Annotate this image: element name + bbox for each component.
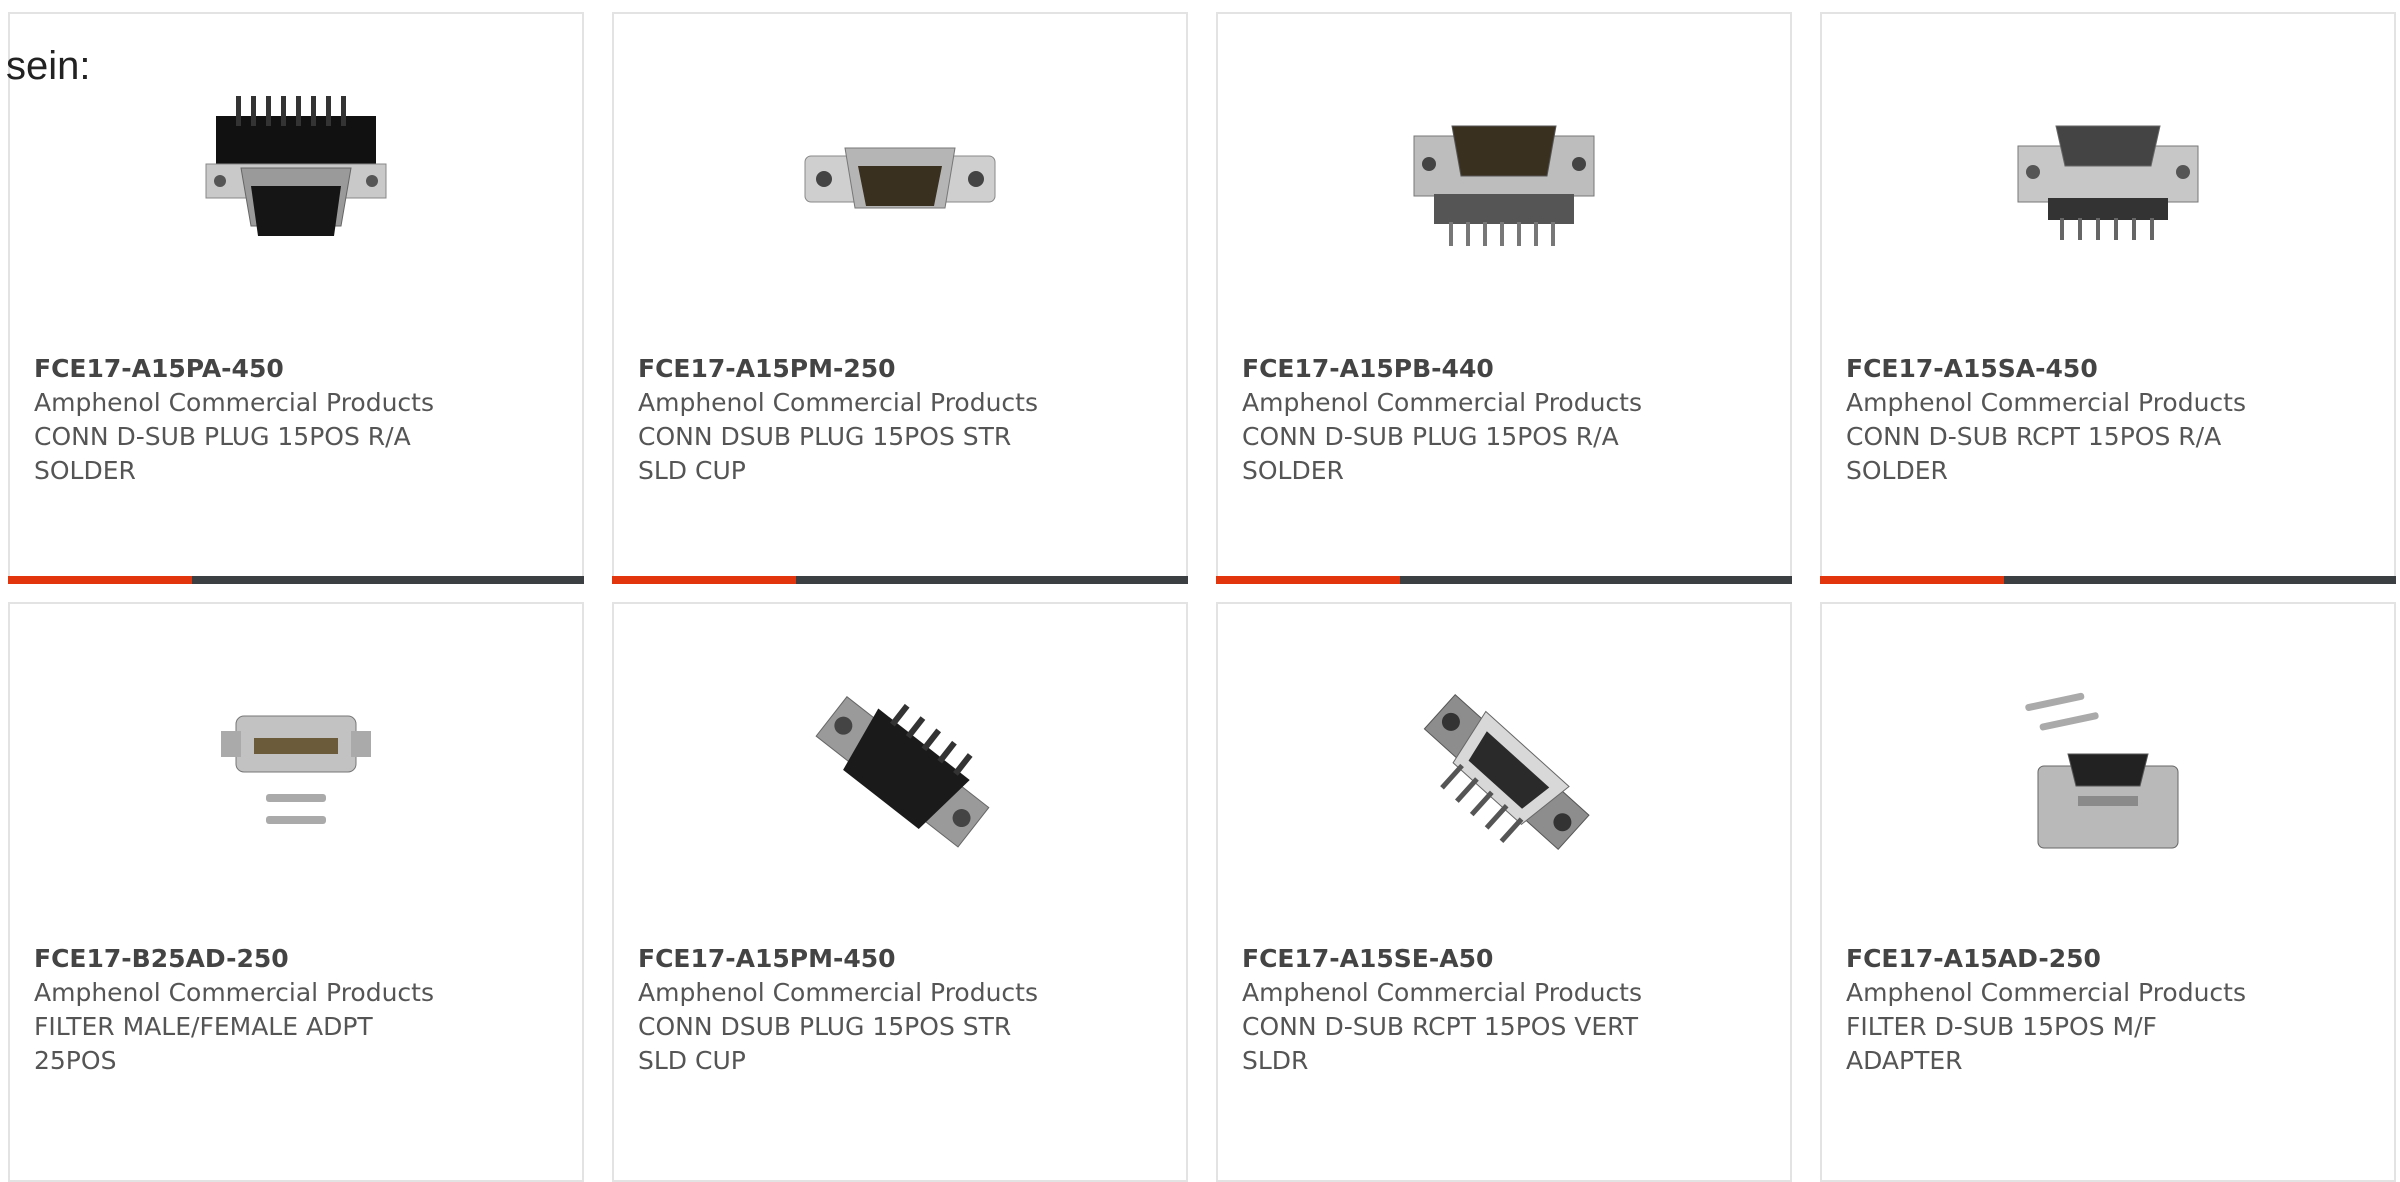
product-manufacturer: Amphenol Commercial Products [1846,978,2246,1007]
product-description: CONN DSUB PLUG 15POS STR SLD CUP [638,1012,1012,1075]
product-card[interactable]: FCE17-A15AD-250 Amphenol Commercial Prod… [1820,602,2396,1182]
product-mpn-link[interactable]: FCE17-A15PB-440 [1242,352,1662,386]
card-accent-bar [1820,576,2004,584]
product-mpn-link[interactable]: FCE17-A15PA-450 [34,352,454,386]
product-card[interactable]: FCE17-A15PA-450 Amphenol Commercial Prod… [8,12,584,584]
intro-text: sein: [6,44,91,88]
product-card[interactable]: FCE17-A15PM-450 Amphenol Commercial Prod… [612,602,1188,1182]
product-card[interactable]: FCE17-A15SE-A50 Amphenol Commercial Prod… [1216,602,1792,1182]
product-manufacturer: Amphenol Commercial Products [34,978,434,1007]
product-mpn-link[interactable]: FCE17-A15PM-450 [638,942,1058,976]
product-manufacturer: Amphenol Commercial Products [1242,388,1642,417]
product-info: FCE17-A15PB-440 Amphenol Commercial Prod… [1242,352,1662,488]
product-manufacturer: Amphenol Commercial Products [638,388,1038,417]
product-info: FCE17-A15SA-450 Amphenol Commercial Prod… [1846,352,2266,488]
product-description: FILTER D-SUB 15POS M/F ADAPTER [1846,1012,2157,1075]
product-description: CONN D-SUB RCPT 15POS R/A SOLDER [1846,422,2222,485]
product-info: FCE17-A15PM-250 Amphenol Commercial Prod… [638,352,1058,488]
card-accent-bar [8,576,192,584]
product-info: FCE17-A15SE-A50 Amphenol Commercial Prod… [1242,942,1662,1078]
product-manufacturer: Amphenol Commercial Products [1242,978,1642,1007]
dsub-adapter-with-screws-icon[interactable] [2008,676,2208,874]
product-description: CONN D-SUB PLUG 15POS R/A SOLDER [34,422,411,485]
dsub-adapter-with-screws-icon[interactable] [196,676,396,874]
product-description: FILTER MALE/FEMALE ADPT 25POS [34,1012,373,1075]
product-mpn-link[interactable]: FCE17-A15SA-450 [1846,352,2266,386]
product-mpn-link[interactable]: FCE17-A15SE-A50 [1242,942,1662,976]
product-card[interactable]: FCE17-B25AD-250 Amphenol Commercial Prod… [8,602,584,1182]
card-accent-bar [1216,576,1400,584]
product-card[interactable]: FCE17-A15SA-450 Amphenol Commercial Prod… [1820,12,2396,584]
card-accent-bar [612,576,796,584]
product-info: FCE17-A15PM-450 Amphenol Commercial Prod… [638,942,1058,1078]
product-manufacturer: Amphenol Commercial Products [1846,388,2246,417]
dsub-plug-right-angle-icon[interactable] [196,86,396,284]
product-info: FCE17-A15PA-450 Amphenol Commercial Prod… [34,352,454,488]
dsub-plug-angled-icon[interactable] [800,676,1000,874]
product-mpn-link[interactable]: FCE17-A15PM-250 [638,352,1058,386]
product-manufacturer: Amphenol Commercial Products [34,388,434,417]
product-info: FCE17-B25AD-250 Amphenol Commercial Prod… [34,942,454,1078]
product-description: CONN D-SUB PLUG 15POS R/A SOLDER [1242,422,1619,485]
dsub-receptacle-vertical-icon[interactable] [1404,676,1604,874]
dsub-receptacle-right-angle-icon[interactable] [2008,86,2208,284]
card-bottom-bar [1216,576,1792,584]
product-manufacturer: Amphenol Commercial Products [638,978,1038,1007]
product-mpn-link[interactable]: FCE17-A15AD-250 [1846,942,2266,976]
product-card[interactable]: FCE17-A15PM-250 Amphenol Commercial Prod… [612,12,1188,584]
card-bottom-bar [612,576,1188,584]
product-description: CONN D-SUB RCPT 15POS VERT SLDR [1242,1012,1638,1075]
product-info: FCE17-A15AD-250 Amphenol Commercial Prod… [1846,942,2266,1078]
card-bottom-bar [8,576,584,584]
product-card[interactable]: FCE17-A15PB-440 Amphenol Commercial Prod… [1216,12,1792,584]
dsub-plug-straight-icon[interactable] [800,86,1000,284]
product-description: CONN DSUB PLUG 15POS STR SLD CUP [638,422,1012,485]
product-mpn-link[interactable]: FCE17-B25AD-250 [34,942,454,976]
dsub-plug-right-angle-icon[interactable] [1404,86,1604,284]
card-bottom-bar [1820,576,2396,584]
